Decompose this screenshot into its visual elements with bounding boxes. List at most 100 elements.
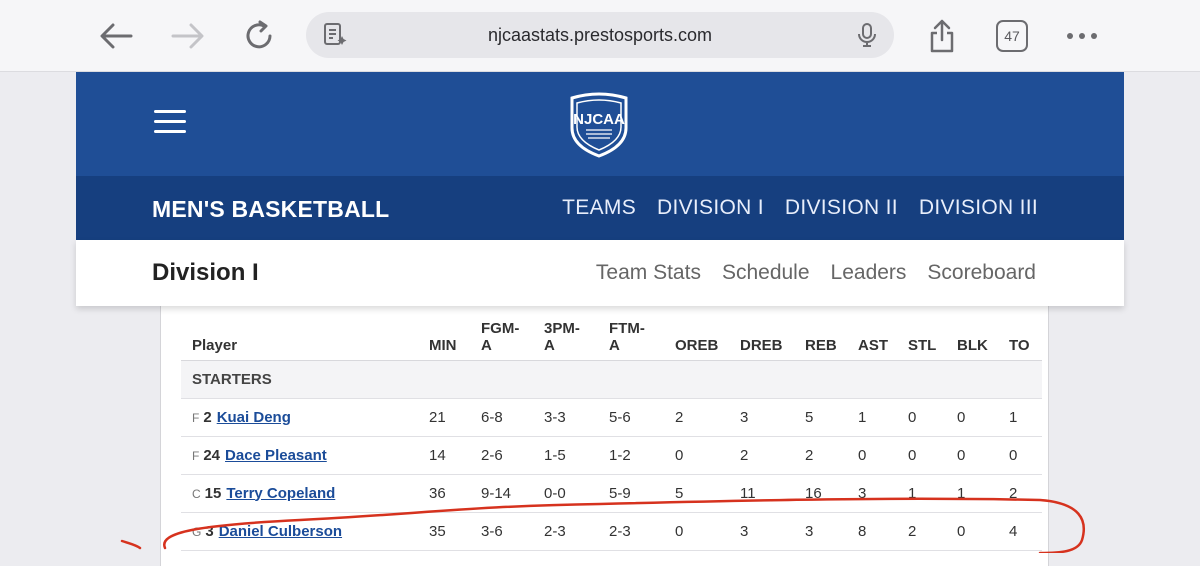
col-fgm-a: FGM- A (470, 312, 533, 361)
player-cell: F 2 Kuai Deng (181, 398, 418, 437)
stat-oreb: 0 (664, 436, 729, 475)
reload-icon[interactable] (240, 16, 280, 56)
player-position: C (192, 486, 201, 501)
address-bar[interactable]: njcaastats.prestosports.com (306, 12, 894, 58)
browser-toolbar: njcaastats.prestosports.com 47 (0, 0, 1200, 72)
nav-teams[interactable]: TEAMS (562, 196, 636, 220)
col-reb: REB (794, 312, 847, 361)
stat-ftm-a: 1-2 (598, 436, 664, 475)
sport-bar: MEN'S BASKETBALL TEAMS DIVISION I DIVISI… (76, 176, 1124, 240)
stat-reb: 5 (794, 398, 847, 437)
share-icon[interactable] (922, 16, 962, 56)
player-cell: F 24 Dace Pleasant (181, 436, 418, 475)
player-number: 3 (205, 522, 214, 540)
boxscore-table: Player MIN FGM- A 3PM- A FTM- A OREB DRE… (181, 312, 1042, 551)
stat-min: 21 (418, 398, 470, 437)
col-to: TO (998, 312, 1042, 361)
col-stl: STL (897, 312, 946, 361)
nav-division-2[interactable]: DIVISION II (785, 196, 898, 220)
stat-ast: 1 (847, 398, 897, 437)
stat-ast: 8 (847, 512, 897, 551)
stat-to: 2 (998, 474, 1042, 513)
stat-fgm-a: 3-6 (470, 512, 533, 551)
stat-stl: 2 (897, 512, 946, 551)
stat-dreb: 3 (729, 512, 794, 551)
stat-to: 1 (998, 398, 1042, 437)
stat-blk: 0 (946, 436, 998, 475)
player-number: 24 (203, 446, 221, 464)
nav-team-stats[interactable]: Team Stats (596, 261, 701, 285)
stat-oreb: 2 (664, 398, 729, 437)
stat-oreb: 0 (664, 512, 729, 551)
player-link[interactable]: Daniel Culberson (219, 523, 342, 540)
stat-fgm-a: 6-8 (470, 398, 533, 437)
player-position: F (192, 410, 200, 425)
col-ftm-a: FTM- A (598, 312, 664, 361)
stat-ast: 0 (847, 436, 897, 475)
sub-nav: Team Stats Schedule Leaders Scoreboard (596, 261, 1036, 285)
player-link[interactable]: Kuai Deng (217, 409, 291, 426)
logo-text: NJCAA (573, 111, 625, 128)
stat-3pm-a: 1-5 (533, 436, 598, 475)
sub-bar: Division I Team Stats Schedule Leaders S… (76, 240, 1124, 306)
tabs-count-button[interactable]: 47 (996, 20, 1028, 52)
col-blk: BLK (946, 312, 998, 361)
stat-fgm-a: 2-6 (470, 436, 533, 475)
forward-icon[interactable] (168, 16, 208, 56)
url-text[interactable]: njcaastats.prestosports.com (306, 25, 894, 46)
player-cell: G 3 Daniel Culberson (181, 512, 418, 551)
stat-blk: 1 (946, 474, 998, 513)
table-header-row: Player MIN FGM- A 3PM- A FTM- A OREB DRE… (181, 312, 1042, 361)
stat-min: 14 (418, 436, 470, 475)
nav-scoreboard[interactable]: Scoreboard (927, 261, 1036, 285)
table-row: C 15 Terry Copeland 36 9-14 0-0 5-9 5 11 1… (181, 474, 1042, 513)
player-link[interactable]: Terry Copeland (226, 485, 335, 502)
nav-division-3[interactable]: DIVISION III (919, 196, 1038, 220)
stat-stl: 1 (897, 474, 946, 513)
stat-blk: 0 (946, 398, 998, 437)
stat-3pm-a: 3-3 (533, 398, 598, 437)
stat-min: 35 (418, 512, 470, 551)
site-header: NJCAA (76, 72, 1124, 176)
player-position: F (192, 448, 200, 463)
more-icon[interactable] (1062, 16, 1102, 56)
nav-leaders[interactable]: Leaders (831, 261, 907, 285)
division-title: Division I (152, 259, 259, 286)
section-label: STARTERS (181, 360, 1042, 399)
stat-dreb: 11 (729, 474, 794, 513)
stat-reb: 16 (794, 474, 847, 513)
stat-ast: 3 (847, 474, 897, 513)
nav-schedule[interactable]: Schedule (722, 261, 810, 285)
hamburger-menu-icon[interactable] (154, 110, 186, 134)
stat-to: 4 (998, 512, 1042, 551)
table-row: F 2 Kuai Deng 21 6-8 3-3 5-6 2 3 5 1 0 0 1 (181, 398, 1042, 437)
stat-stl: 0 (897, 398, 946, 437)
stat-fgm-a: 9-14 (470, 474, 533, 513)
nav-division-1[interactable]: DIVISION I (657, 196, 764, 220)
table-row: G 3 Daniel Culberson 35 3-6 2-3 2-3 0 3 3 … (181, 512, 1042, 551)
sport-title[interactable]: MEN'S BASKETBALL (152, 196, 389, 223)
col-min: MIN (418, 312, 470, 361)
col-oreb: OREB (664, 312, 729, 361)
player-number: 2 (203, 408, 212, 426)
sport-nav: TEAMS DIVISION I DIVISION II DIVISION II… (562, 196, 1038, 220)
stat-reb: 3 (794, 512, 847, 551)
back-icon[interactable] (96, 16, 136, 56)
stat-dreb: 2 (729, 436, 794, 475)
section-row-starters: STARTERS (181, 360, 1042, 399)
stat-ftm-a: 5-9 (598, 474, 664, 513)
player-position: G (192, 524, 202, 539)
stat-to: 0 (998, 436, 1042, 475)
col-dreb: DREB (729, 312, 794, 361)
col-3pm-a: 3PM- A (533, 312, 598, 361)
stat-dreb: 3 (729, 398, 794, 437)
stat-blk: 0 (946, 512, 998, 551)
table-row: F 24 Dace Pleasant 14 2-6 1-5 1-2 0 2 2 0 … (181, 436, 1042, 475)
boxscore-panel: Player MIN FGM- A 3PM- A FTM- A OREB DRE… (160, 306, 1049, 566)
stat-ftm-a: 2-3 (598, 512, 664, 551)
njcaa-logo[interactable]: NJCAA (564, 90, 634, 158)
microphone-icon[interactable] (856, 22, 878, 53)
stat-min: 36 (418, 474, 470, 513)
player-link[interactable]: Dace Pleasant (225, 447, 327, 464)
web-page: NJCAA MEN'S BASKETBALL TEAMS DIVISION I … (76, 72, 1124, 306)
